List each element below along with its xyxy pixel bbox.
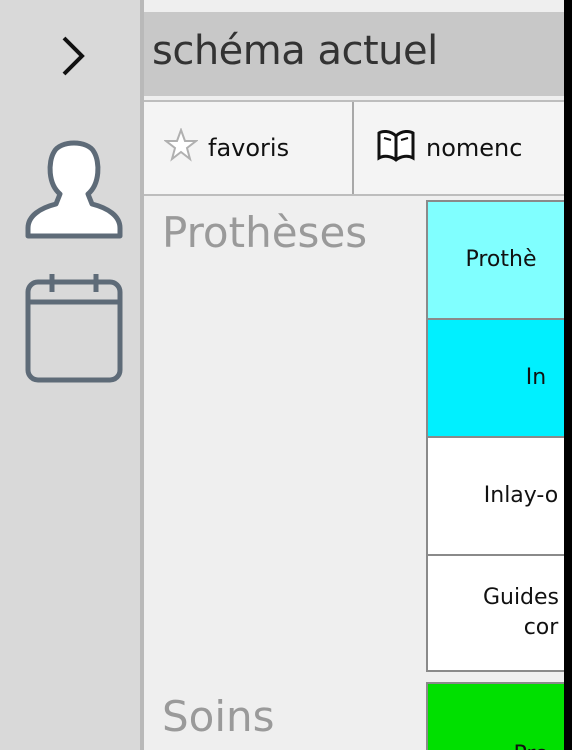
title-bar: schéma actuel (144, 12, 564, 96)
cell-protheses-1[interactable]: Prothè (426, 200, 564, 320)
tab-favoris[interactable]: favoris (144, 102, 354, 194)
sidebar (0, 0, 140, 750)
cell-protheses-2[interactable]: In (426, 318, 564, 438)
user-icon[interactable] (24, 132, 124, 240)
cell-label: Prothè (465, 247, 537, 272)
cell-label: Inlay-o (483, 483, 559, 508)
cell-protheses-3[interactable]: Inlay-o (426, 436, 564, 556)
cell-label: Pro (454, 740, 549, 750)
calendar-icon[interactable] (24, 272, 124, 384)
star-icon (163, 127, 199, 168)
tab-nomenclature[interactable]: nomenc (356, 102, 564, 194)
page-title: schéma actuel (152, 28, 438, 74)
tab-nomenclature-label: nomenc (426, 134, 523, 162)
cell-soins-1[interactable]: Pro (426, 682, 564, 750)
section-title-soins: Soins (162, 692, 275, 741)
cell-protheses-4[interactable]: Guides cor (426, 554, 564, 672)
tab-bar: favoris nomenc (144, 100, 564, 196)
cell-label-line2: cor (523, 615, 559, 640)
tab-favoris-label: favoris (208, 134, 290, 162)
chevron-right-icon[interactable] (58, 34, 88, 78)
section-title-protheses: Prothèses (162, 208, 368, 257)
main-panel: schéma actuel favoris nomenc Prothèses S… (144, 0, 564, 750)
cell-label-line1: Guides (482, 585, 560, 610)
cell-label: In (525, 365, 547, 390)
book-icon (376, 128, 416, 168)
